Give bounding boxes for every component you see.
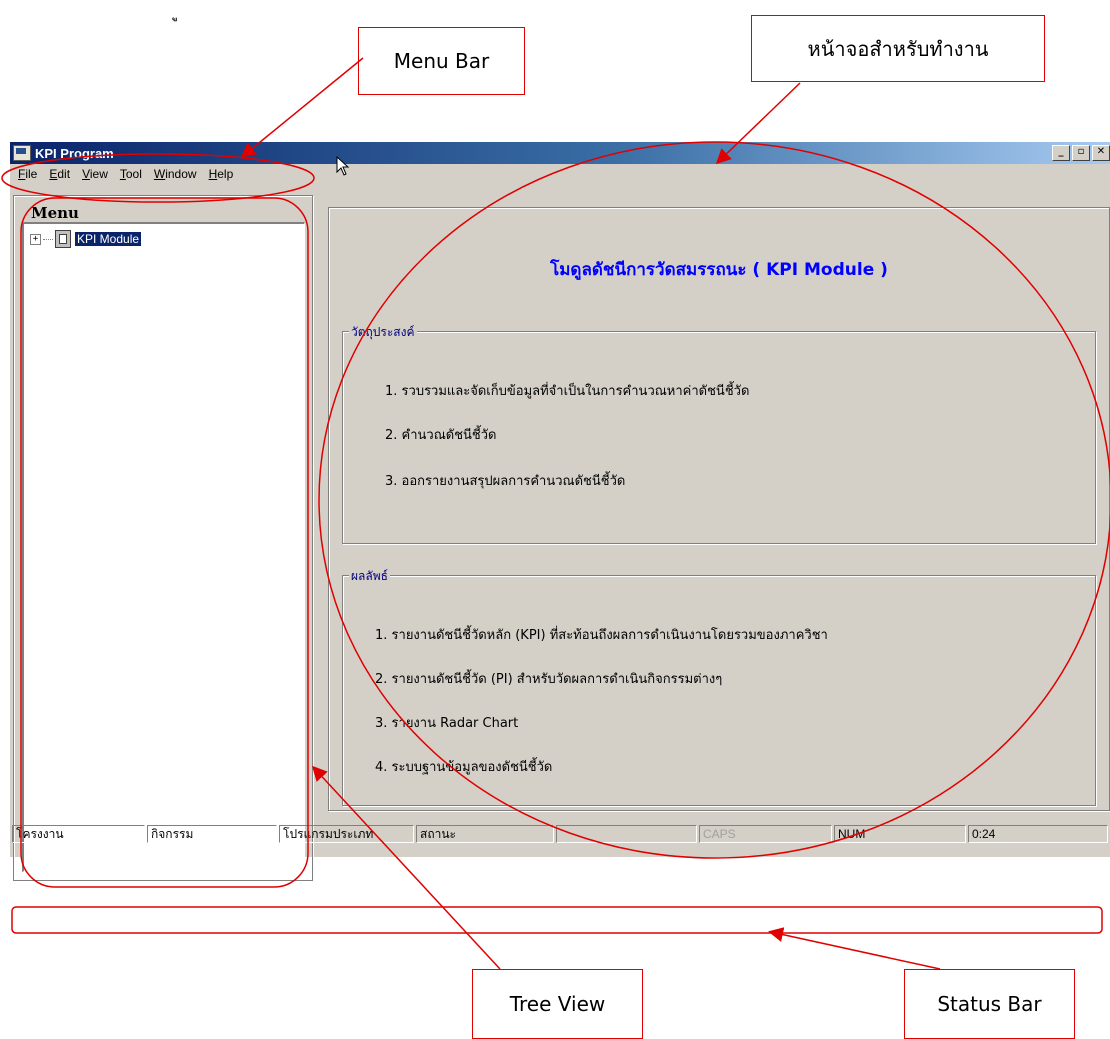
result-item: 2. รายงานดัชนีชี้วัด (PI) สำหรับวัดผลการ…	[375, 672, 723, 687]
result-item: 1. รายงานดัชนีชี้วัดหลัก (KPI) ที่สะท้อน…	[375, 628, 828, 643]
status-pane-empty	[556, 825, 697, 843]
result-item: 3. รายงาน Radar Chart	[375, 716, 519, 731]
status-bar-arrow	[768, 927, 941, 970]
tree-node-kpi-module[interactable]: + KPI Module	[30, 230, 142, 248]
menu-view[interactable]: View	[82, 167, 108, 181]
menu-tool[interactable]: Tool	[120, 167, 142, 181]
restore-icon[interactable]: ▫	[1072, 145, 1090, 161]
status-pane-activity: กิจกรรม	[147, 825, 277, 843]
callout-work-area: หน้าจอสำหรับทำงาน	[751, 15, 1045, 82]
app-icon	[13, 145, 31, 161]
menu-file[interactable]: File	[18, 167, 37, 181]
minimize-icon[interactable]: _	[1052, 145, 1070, 161]
status-pane-program-type: โปรแกรมประเภท	[279, 825, 414, 843]
results-legend: ผลลัพธ์	[349, 567, 390, 586]
status-pane-caps: CAPS	[699, 825, 832, 843]
status-pane-state: สถานะ	[416, 825, 554, 843]
module-title: โมดูลดัชนีการวัดสมรรถนะ ( KPI Module )	[550, 260, 888, 280]
status-bar: โครงงาน กิจกรรม โปรแกรมประเภท สถานะ CAPS…	[10, 822, 1110, 846]
objectives-legend: วัตถุประสงค์	[349, 323, 417, 342]
window-title: KPI Program	[35, 145, 114, 161]
menu-window[interactable]: Window	[154, 167, 197, 181]
callout-menu-bar: Menu Bar	[358, 27, 525, 95]
result-item: 4. ระบบฐานข้อมูลของดัชนีชี้วัด	[375, 760, 553, 775]
status-bar-highlight	[11, 906, 1103, 934]
tree-connector	[43, 238, 53, 240]
menu-edit[interactable]: Edit	[49, 167, 70, 181]
tree-legend: Menu	[29, 204, 81, 222]
menu-bar: File Edit View Tool Window Help	[10, 164, 1110, 184]
status-pane-project: โครงงาน	[12, 825, 145, 843]
expand-icon[interactable]: +	[30, 233, 41, 245]
mouse-cursor-icon	[336, 156, 350, 176]
objective-item: 1. รวบรวมและจัดเก็บข้อมูลที่จำเป็นในการค…	[385, 384, 750, 399]
objective-item: 2. คำนวณดัชนีชี้วัด	[385, 428, 497, 443]
status-pane-num: NUM	[834, 825, 966, 843]
module-icon	[55, 230, 71, 248]
tree-view[interactable]: + KPI Module	[22, 222, 305, 872]
title-bar[interactable]: KPI Program _ ▫ ✕	[10, 142, 1110, 164]
tree-node-label[interactable]: KPI Module	[75, 232, 142, 246]
close-icon[interactable]: ✕	[1092, 145, 1110, 161]
menu-help[interactable]: Help	[209, 167, 234, 181]
window-controls: _ ▫ ✕	[1052, 145, 1110, 161]
app-window: KPI Program _ ▫ ✕ File Edit View Tool Wi…	[10, 142, 1110, 881]
objective-item: 3. ออกรายงานสรุปผลการคำนวณดัชนีชี้วัด	[385, 474, 626, 489]
status-pane-time: 0:24	[968, 825, 1108, 843]
callout-tree-view: Tree View	[472, 969, 643, 1039]
callout-status-bar: Status Bar	[904, 969, 1075, 1039]
